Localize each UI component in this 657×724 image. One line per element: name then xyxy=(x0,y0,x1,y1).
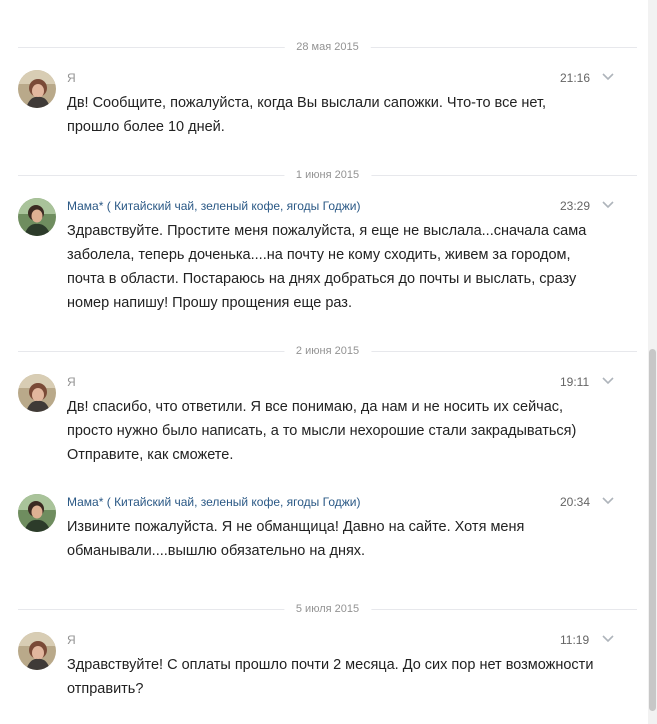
date-separator: 28 мая 2015 xyxy=(18,41,637,53)
message-time[interactable]: 20:34 xyxy=(560,495,590,509)
message-line: Здравствуйте! С оплаты прошло почти 2 ме… xyxy=(67,657,594,673)
message-line: просто нужно было написать, а то мысли н… xyxy=(67,423,577,439)
date-label: 1 июня 2015 xyxy=(283,169,372,181)
message-time[interactable]: 11:19 xyxy=(560,633,589,647)
scrollbar-thumb[interactable] xyxy=(649,349,656,711)
message-line: заболела, теперь доченька....на почту не… xyxy=(67,247,571,263)
message-text: Извините пожалуйста. Я не обманщица! Дав… xyxy=(67,515,622,563)
date-label: 2 июня 2015 xyxy=(283,345,372,357)
message-thread: 28 мая 2015 Я 21:16 Дв! Сообщите, пожалу… xyxy=(0,0,648,724)
date-separator: 2 июня 2015 xyxy=(18,345,637,357)
message-line: Дв! Сообщите, пожалуйста, когда Вы высла… xyxy=(67,95,547,111)
message-item: Мама* ( Китайский чай, зеленый кофе, яго… xyxy=(0,198,648,318)
date-label: 28 мая 2015 xyxy=(284,41,371,53)
message-text: Здравствуйте. Простите меня пожалуйста, … xyxy=(67,219,622,315)
chevron-down-icon[interactable] xyxy=(601,70,615,84)
date-label: 5 июля 2015 xyxy=(283,603,372,615)
chevron-down-icon[interactable] xyxy=(601,632,615,646)
chevron-down-icon[interactable] xyxy=(601,198,615,212)
message-time[interactable]: 19:11 xyxy=(560,375,589,389)
avatar[interactable] xyxy=(18,374,56,412)
message-item: Мама* ( Китайский чай, зеленый кофе, яго… xyxy=(0,494,648,566)
message-line: прошло более 10 дней. xyxy=(67,119,225,135)
message-text: Здравствуйте! С оплаты прошло почти 2 ме… xyxy=(67,653,622,701)
message-line: Дв! спасибо, что ответили. Я все понимаю… xyxy=(67,399,564,415)
scrollbar[interactable] xyxy=(648,0,657,724)
message-line: Здравствуйте. Простите меня пожалуйста, … xyxy=(67,223,587,239)
message-author[interactable]: Мама* ( Китайский чай, зеленый кофе, яго… xyxy=(67,495,360,509)
date-separator: 1 июня 2015 xyxy=(18,169,637,181)
message-time[interactable]: 23:29 xyxy=(560,199,590,213)
message-author[interactable]: Я xyxy=(67,71,76,85)
message-item: Я 19:11 Дв! спасибо, что ответили. Я все… xyxy=(0,374,648,470)
avatar[interactable] xyxy=(18,70,56,108)
message-author[interactable]: Я xyxy=(67,633,76,647)
message-line: номер напишу! Прошу прощения еще раз. xyxy=(67,295,352,311)
avatar[interactable] xyxy=(18,632,56,670)
chevron-down-icon[interactable] xyxy=(601,494,615,508)
message-item: Я 21:16 Дв! Сообщите, пожалуйста, когда … xyxy=(0,70,648,140)
message-line: Отправите, как сможете. xyxy=(67,447,234,463)
chevron-down-icon[interactable] xyxy=(601,374,615,388)
message-text: Дв! спасибо, что ответили. Я все понимаю… xyxy=(67,395,622,467)
message-item: Я 11:19 Здравствуйте! С оплаты прошло по… xyxy=(0,632,648,704)
message-text: Дв! Сообщите, пожалуйста, когда Вы высла… xyxy=(67,91,622,139)
message-time[interactable]: 21:16 xyxy=(560,71,590,85)
message-author[interactable]: Мама* ( Китайский чай, зеленый кофе, яго… xyxy=(67,199,360,213)
date-separator: 5 июля 2015 xyxy=(18,603,637,615)
message-line: Извините пожалуйста. Я не обманщица! Дав… xyxy=(67,519,525,535)
avatar[interactable] xyxy=(18,494,56,532)
message-line: почта в области. Постараюсь на днях добр… xyxy=(67,271,577,287)
message-line: обманывали....вышлю обязательно на днях. xyxy=(67,543,366,559)
message-line: отправить? xyxy=(67,681,144,697)
avatar[interactable] xyxy=(18,198,56,236)
message-author[interactable]: Я xyxy=(67,375,76,389)
